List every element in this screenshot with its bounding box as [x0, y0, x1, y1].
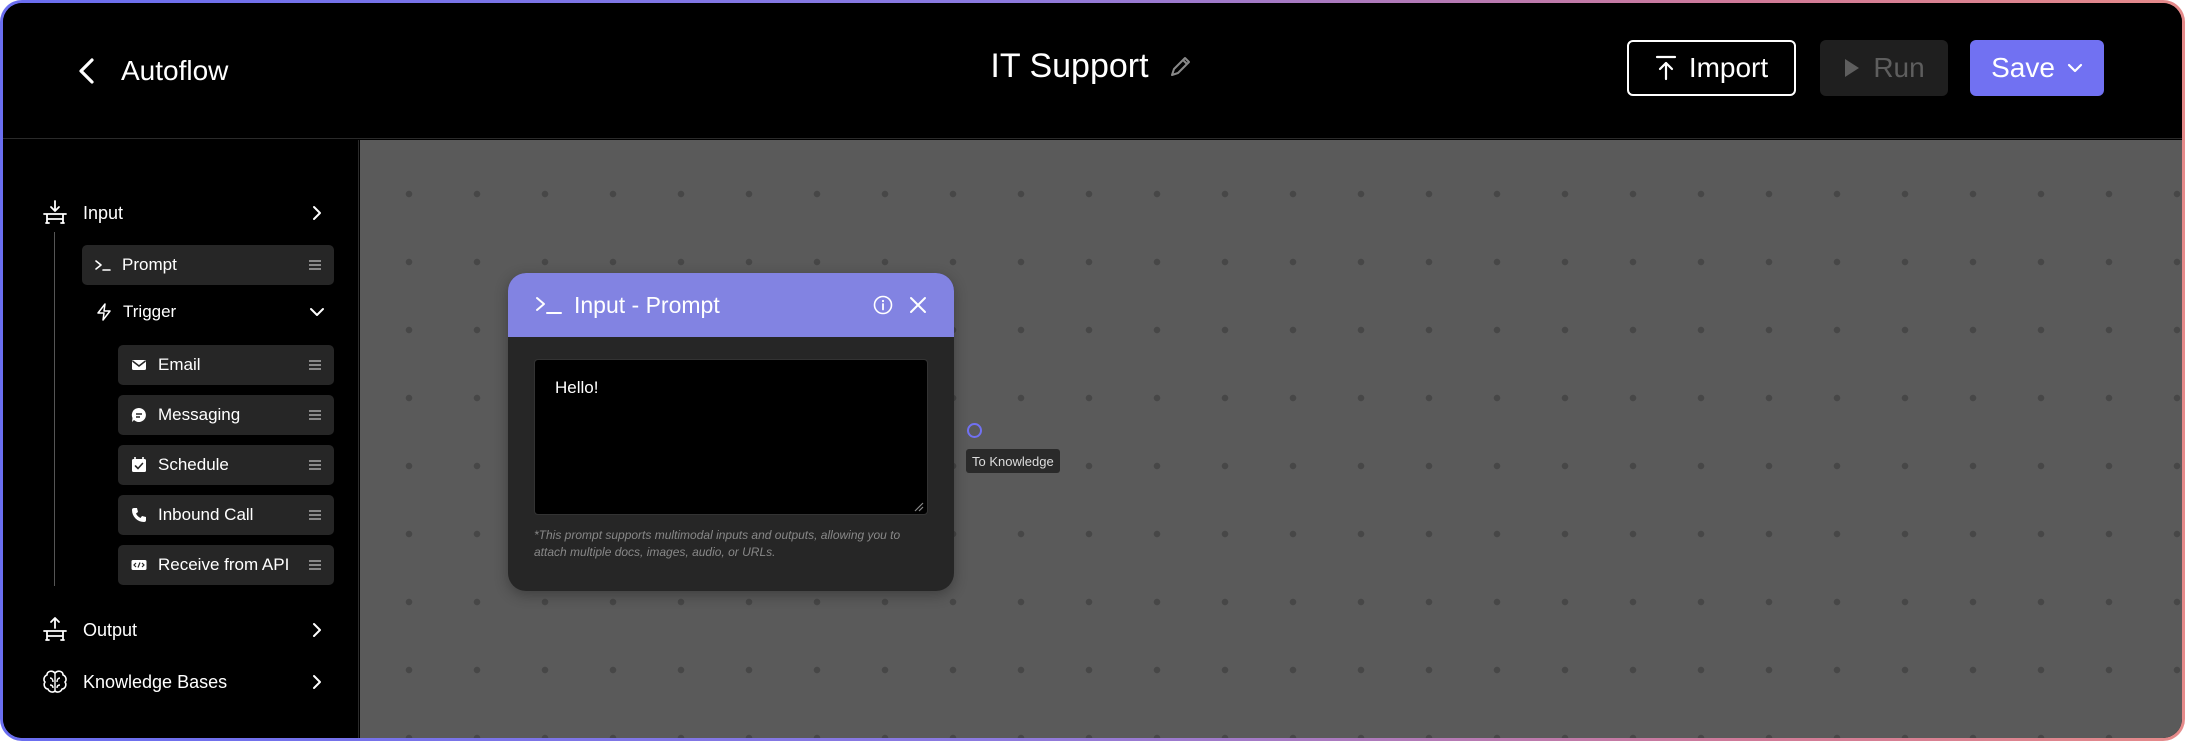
- page-title: IT Support: [990, 47, 1149, 85]
- upload-icon: [1655, 55, 1676, 81]
- play-icon: [1845, 59, 1860, 77]
- sidebar-item-messaging[interactable]: Messaging: [118, 395, 334, 435]
- drag-handle-icon[interactable]: [308, 459, 322, 471]
- terminal-icon: [95, 260, 111, 271]
- sidebar-item-schedule[interactable]: Schedule: [118, 445, 334, 485]
- app-window: Autoflow IT Support Import Run Save Inpu…: [3, 3, 2182, 738]
- category-input[interactable]: Input: [41, 193, 326, 233]
- sidebar-item-label: Messaging: [158, 405, 241, 424]
- sidebar-item-label: Schedule: [158, 455, 229, 474]
- category-knowledge-label: Knowledge Bases: [83, 671, 228, 692]
- chevron-left-icon: [79, 58, 94, 84]
- drag-handle-icon[interactable]: [308, 359, 322, 371]
- chevron-down-icon: [2067, 63, 2083, 73]
- back-button[interactable]: Autoflow: [75, 55, 228, 87]
- sidebar-item-label: Email: [158, 355, 201, 374]
- terminal-icon: [536, 297, 562, 314]
- info-icon[interactable]: [872, 294, 894, 316]
- chat-icon: [131, 407, 146, 422]
- sidebar-item-label: Inbound Call: [158, 505, 254, 524]
- app-frame: Autoflow IT Support Import Run Save Inpu…: [0, 0, 2185, 741]
- chevron-right-icon: [313, 206, 321, 220]
- input-tray-icon: [43, 200, 67, 224]
- save-button[interactable]: Save: [1970, 40, 2104, 96]
- prompt-note: *This prompt supports multimodal inputs …: [534, 528, 901, 559]
- chevron-right-icon: [313, 675, 321, 689]
- chevron-down-icon: [310, 308, 324, 316]
- category-knowledge-bases[interactable]: Knowledge Bases: [41, 662, 326, 702]
- sidebar-group-trigger[interactable]: Trigger: [95, 292, 326, 332]
- import-label: Import: [1688, 52, 1769, 83]
- run-button[interactable]: Run: [1820, 40, 1948, 96]
- top-bar: Autoflow IT Support Import Run Save: [3, 3, 2182, 139]
- output-port[interactable]: [967, 423, 982, 438]
- back-label: Autoflow: [121, 55, 229, 86]
- input-prompt-node[interactable]: Input - Prompt *This prompt supports mul…: [508, 273, 954, 591]
- brain-icon: [43, 670, 67, 693]
- sidebar-item-prompt[interactable]: Prompt: [82, 245, 334, 285]
- chevron-right-icon: [313, 623, 321, 637]
- tree-line: [54, 232, 55, 586]
- node-title: Input - Prompt: [574, 291, 720, 318]
- sidebar-item-inbound-call[interactable]: Inbound Call: [118, 495, 334, 535]
- mail-icon: [132, 360, 146, 370]
- node-library-sidebar: Input Prompt Trigger Email Messaging Sch…: [3, 140, 359, 738]
- api-icon: [131, 560, 147, 570]
- trigger-label: Trigger: [123, 302, 177, 321]
- output-tray-icon: [43, 617, 67, 641]
- sidebar-item-label: Receive from API: [158, 555, 290, 574]
- pencil-icon[interactable]: [1165, 52, 1195, 82]
- import-button[interactable]: Import: [1627, 40, 1796, 96]
- drag-handle-icon[interactable]: [308, 409, 322, 421]
- drag-handle-icon[interactable]: [308, 509, 322, 521]
- drag-handle-icon[interactable]: [308, 559, 322, 571]
- resize-handle-icon[interactable]: [913, 501, 924, 512]
- sidebar-item-receive-from-api[interactable]: Receive from API: [118, 545, 334, 585]
- sidebar-item-label: Prompt: [122, 255, 177, 274]
- category-input-label: Input: [83, 202, 124, 223]
- prompt-input[interactable]: [534, 359, 928, 515]
- sidebar-item-email[interactable]: Email: [118, 345, 334, 385]
- save-label: Save: [1991, 52, 2055, 83]
- category-output[interactable]: Output: [41, 610, 326, 650]
- lightning-icon: [97, 303, 111, 321]
- phone-icon: [132, 508, 146, 522]
- node-header[interactable]: Input - Prompt: [508, 273, 954, 337]
- port-label: To Knowledge: [966, 449, 1060, 473]
- calendar-check-icon: [132, 457, 146, 472]
- run-label: Run: [1873, 52, 1925, 83]
- close-icon[interactable]: [908, 295, 928, 315]
- drag-handle-icon[interactable]: [308, 259, 322, 271]
- category-output-label: Output: [83, 619, 138, 640]
